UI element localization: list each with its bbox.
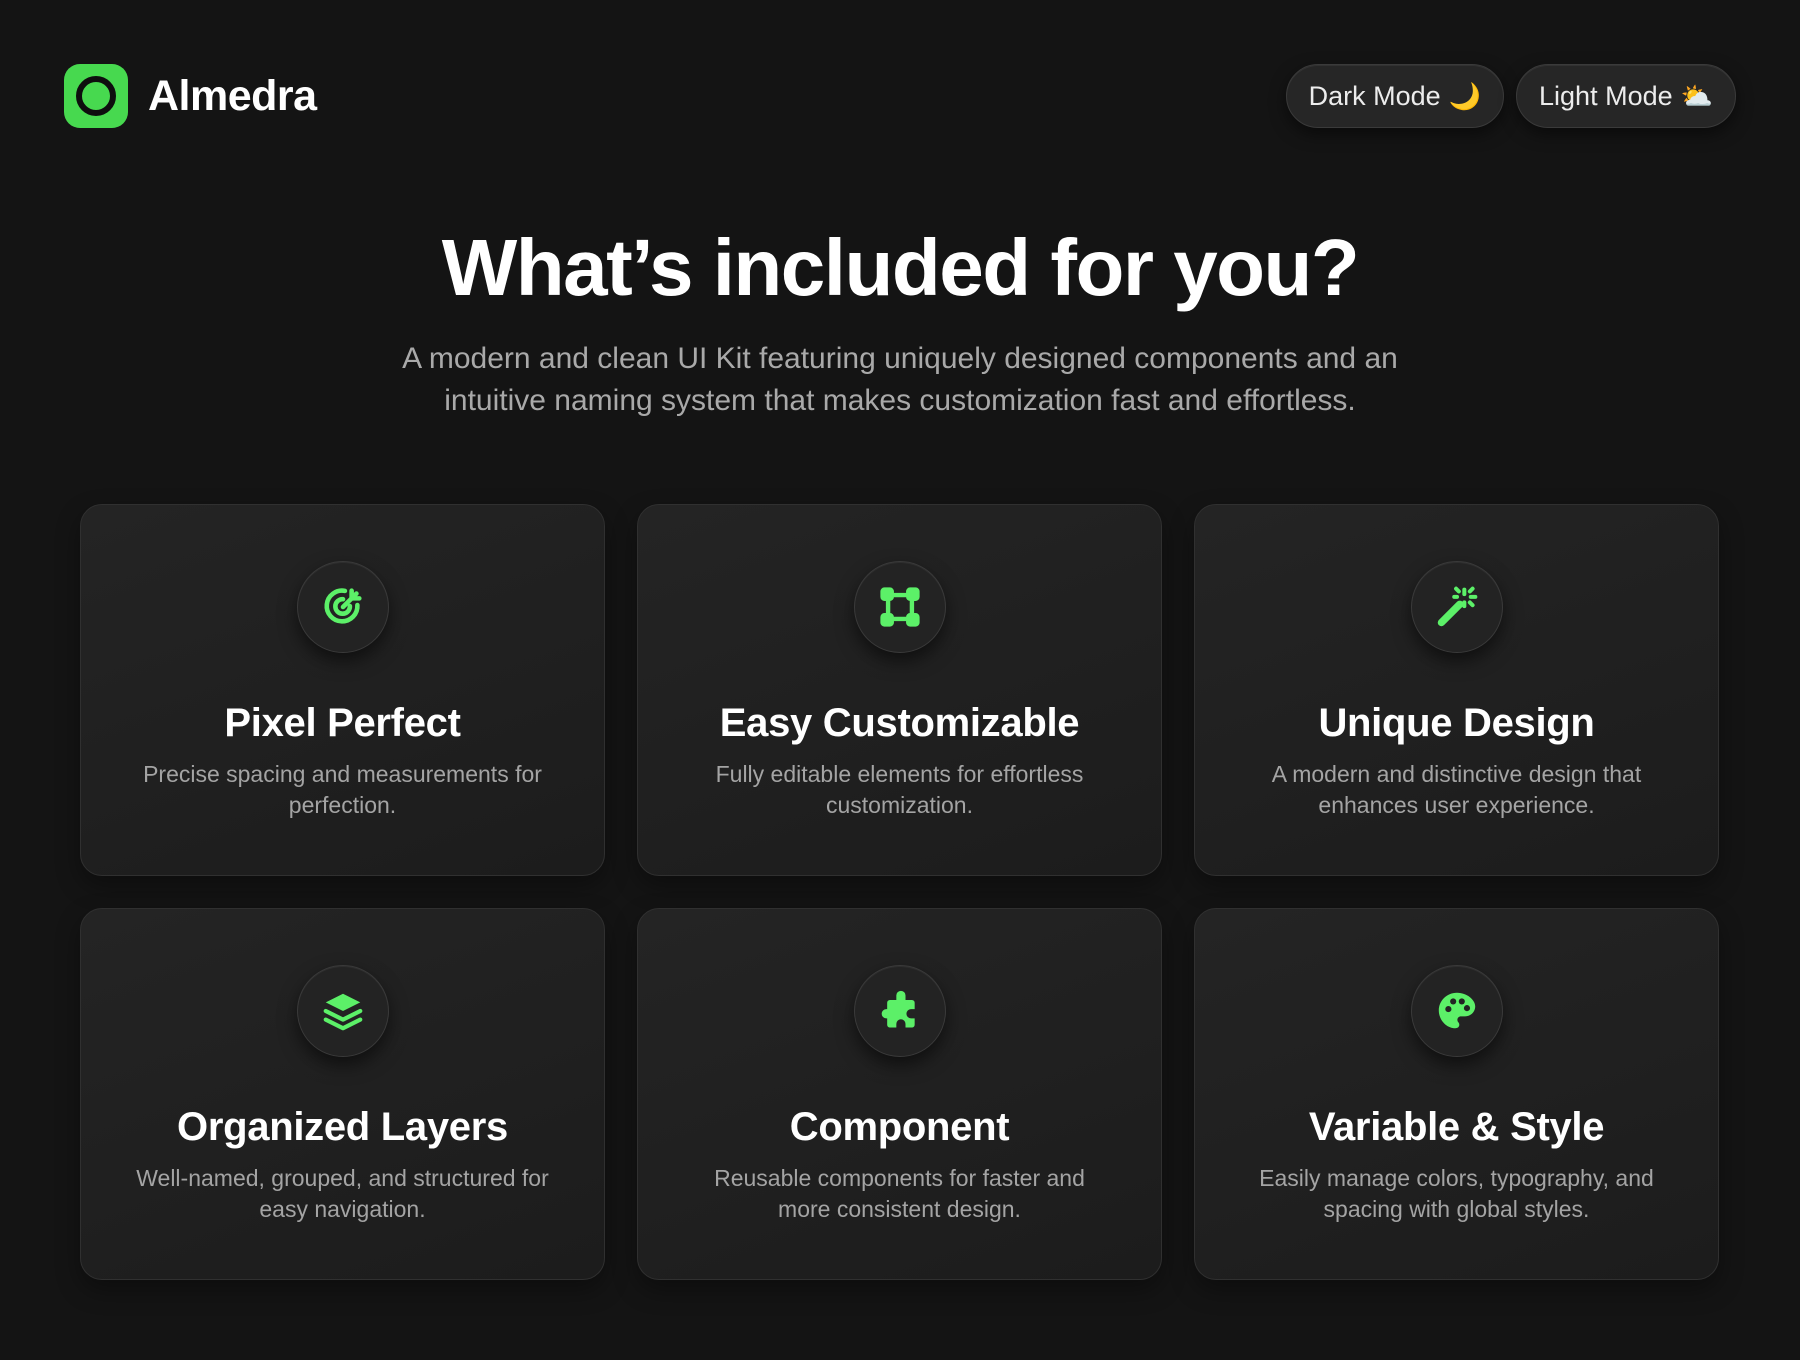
light-mode-button[interactable]: Light Mode ⛅: [1516, 64, 1736, 128]
feature-description: Reusable components for faster and more …: [714, 1165, 1085, 1222]
dark-mode-label: Dark Mode: [1308, 80, 1441, 111]
brand[interactable]: Almedra: [64, 64, 317, 128]
feature-card-unique-design: Unique Design A modern and distinctive d…: [1194, 504, 1719, 876]
feature-title: Component: [789, 1105, 1010, 1149]
feature-title: Organized Layers: [177, 1105, 508, 1149]
puzzle-icon: [853, 965, 946, 1057]
layers-icon: [296, 965, 389, 1057]
palette-icon: [1410, 965, 1503, 1057]
page-subtitle: A modern and clean UI Kit featuring uniq…: [402, 342, 1398, 417]
page: Almedra Dark Mode 🌙 Light Mode ⛅ What’s …: [0, 0, 1800, 1360]
target-arrow-icon: [296, 561, 389, 653]
moon-icon: 🌙: [1448, 80, 1482, 111]
feature-card-easy-customizable: Easy Customizable Fully editable element…: [637, 504, 1162, 876]
feature-card-variable-style: Variable & Style Easily manage colors, t…: [1194, 908, 1719, 1280]
page-title: What’s included for you?: [441, 223, 1360, 312]
light-mode-label: Light Mode: [1539, 80, 1673, 111]
feature-title: Pixel Perfect: [224, 701, 461, 745]
feature-description: A modern and distinctive design that enh…: [1271, 761, 1642, 818]
feature-description: Well-named, grouped, and structured for …: [136, 1165, 549, 1222]
feature-card-component: Component Reusable components for faster…: [637, 908, 1162, 1280]
feature-description: Easily manage colors, typography, and sp…: [1259, 1165, 1654, 1222]
feature-card-organized-layers: Organized Layers Well-named, grouped, an…: [80, 908, 605, 1280]
feature-description: Precise spacing and measurements for per…: [143, 761, 542, 818]
feature-grid: Pixel Perfect Precise spacing and measur…: [80, 504, 1720, 1280]
feature-card-pixel-perfect: Pixel Perfect Precise spacing and measur…: [80, 504, 605, 876]
ring-logo-icon: [64, 64, 128, 128]
vector-square-icon: [853, 561, 946, 653]
magic-wand-icon: [1410, 561, 1503, 653]
feature-description: Fully editable elements for effortless c…: [715, 761, 1084, 818]
theme-toggle-group: Dark Mode 🌙 Light Mode ⛅: [1285, 64, 1736, 128]
feature-title: Variable & Style: [1308, 1105, 1605, 1149]
sun-cloud-icon: ⛅: [1680, 80, 1713, 111]
dark-mode-button[interactable]: Dark Mode 🌙: [1285, 64, 1505, 128]
brand-name: Almedra: [148, 71, 317, 120]
feature-title: Unique Design: [1318, 701, 1595, 745]
header: Almedra Dark Mode 🌙 Light Mode ⛅: [64, 63, 1736, 129]
feature-title: Easy Customizable: [719, 701, 1080, 745]
